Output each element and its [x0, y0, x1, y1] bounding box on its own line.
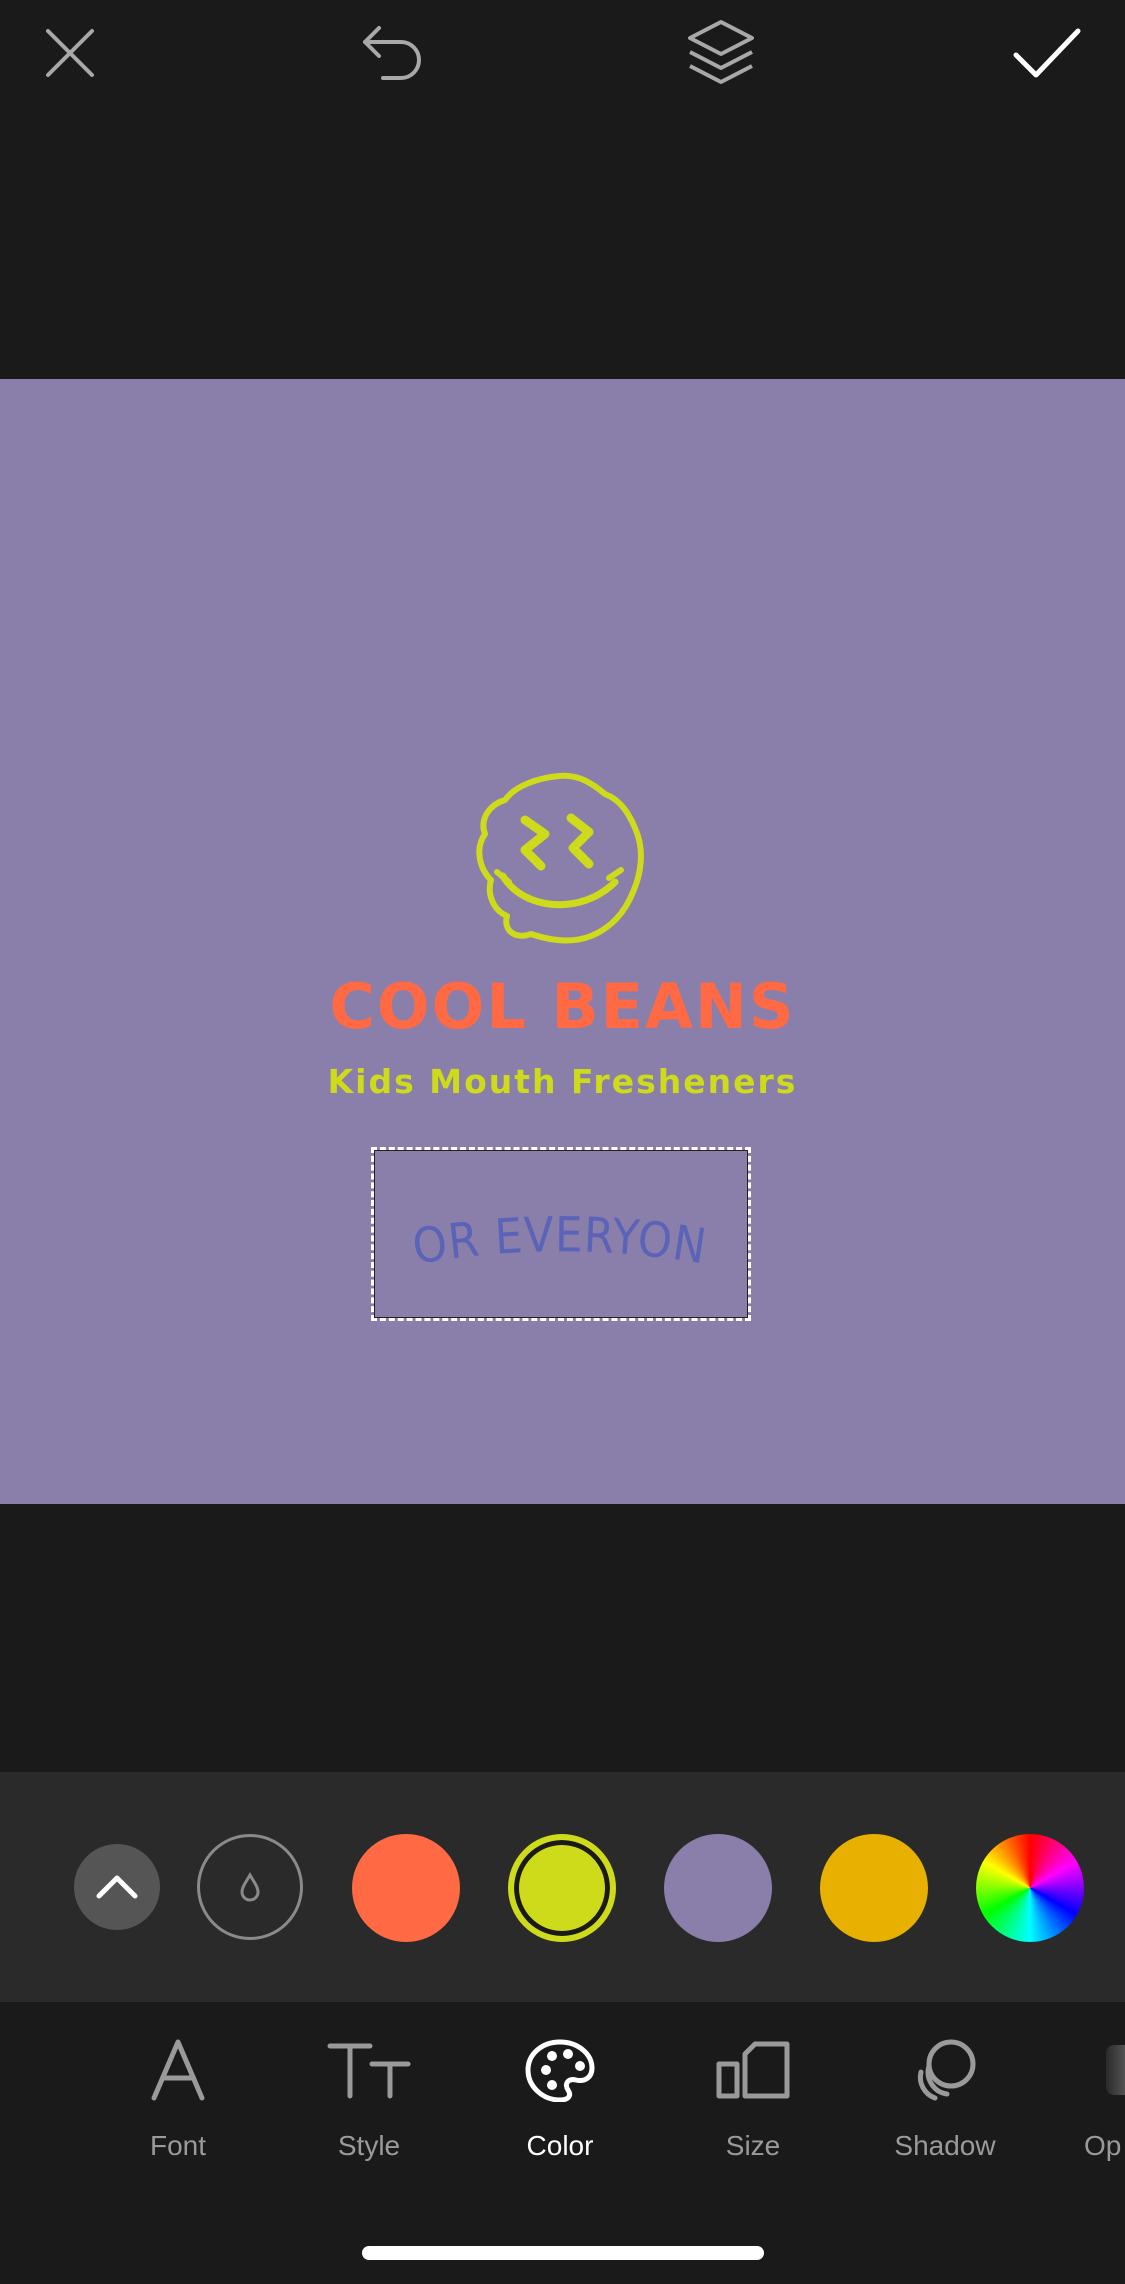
tab-opacity-label: Op — [1084, 2130, 1122, 2161]
tab-font-label: Font — [149, 2130, 207, 2161]
tab-color-label: Color — [526, 2130, 594, 2161]
expand-palette-button[interactable] — [74, 1844, 160, 1930]
tab-opacity[interactable]: Op — [1060, 2030, 1125, 2170]
text-style-icon — [327, 2043, 411, 2099]
eyedropper-button[interactable] — [197, 1834, 303, 1940]
tab-style[interactable]: Style — [294, 2030, 444, 2170]
tab-size-label: Size — [725, 2130, 781, 2161]
svg-text:FOR EVERYONE: FOR EVERYONE — [374, 1150, 711, 1276]
checkmark-icon — [1013, 28, 1081, 78]
layers-button[interactable] — [676, 8, 766, 98]
design-subtitle-text[interactable]: Kids Mouth Fresheners — [0, 1062, 1125, 1101]
design-title-text[interactable]: COOL BEANS — [0, 970, 1125, 1043]
tab-shadow-label: Shadow — [894, 2130, 996, 2161]
selected-text: FOR EVERYONE — [374, 1150, 710, 1276]
tab-color[interactable]: Color — [485, 2030, 635, 2170]
curved-text: FOR EVERYONE — [374, 1150, 711, 1276]
close-icon — [46, 29, 94, 77]
undo-icon — [363, 26, 421, 80]
tab-style-label: Style — [337, 2130, 401, 2161]
size-icon — [716, 2041, 790, 2099]
color-wheel-icon[interactable] — [976, 1834, 1084, 1942]
color-swatch[interactable] — [508, 1834, 616, 1942]
tab-font[interactable]: Font — [103, 2030, 253, 2170]
color-swatch[interactable] — [352, 1834, 460, 1942]
palette-icon — [525, 2039, 595, 2102]
selected-text-box[interactable]: FOR EVERYONE — [371, 1147, 751, 1321]
color-swatch[interactable] — [820, 1834, 928, 1942]
smiley-face-icon[interactable] — [469, 770, 651, 946]
home-indicator — [362, 2246, 764, 2260]
close-button[interactable] — [25, 8, 115, 98]
undo-button[interactable] — [347, 8, 437, 98]
chevron-up-icon — [96, 1875, 138, 1899]
font-icon — [151, 2039, 205, 2101]
drop-icon — [240, 1872, 260, 1902]
color-swatch[interactable] — [664, 1834, 772, 1942]
top-toolbar — [0, 0, 1125, 100]
tab-shadow[interactable]: Shadow — [870, 2030, 1020, 2170]
opacity-icon — [1106, 2045, 1125, 2095]
shadow-icon — [917, 2039, 976, 2101]
tab-size[interactable]: Size — [678, 2030, 828, 2170]
layers-icon — [688, 20, 754, 84]
confirm-button[interactable] — [1002, 8, 1092, 98]
